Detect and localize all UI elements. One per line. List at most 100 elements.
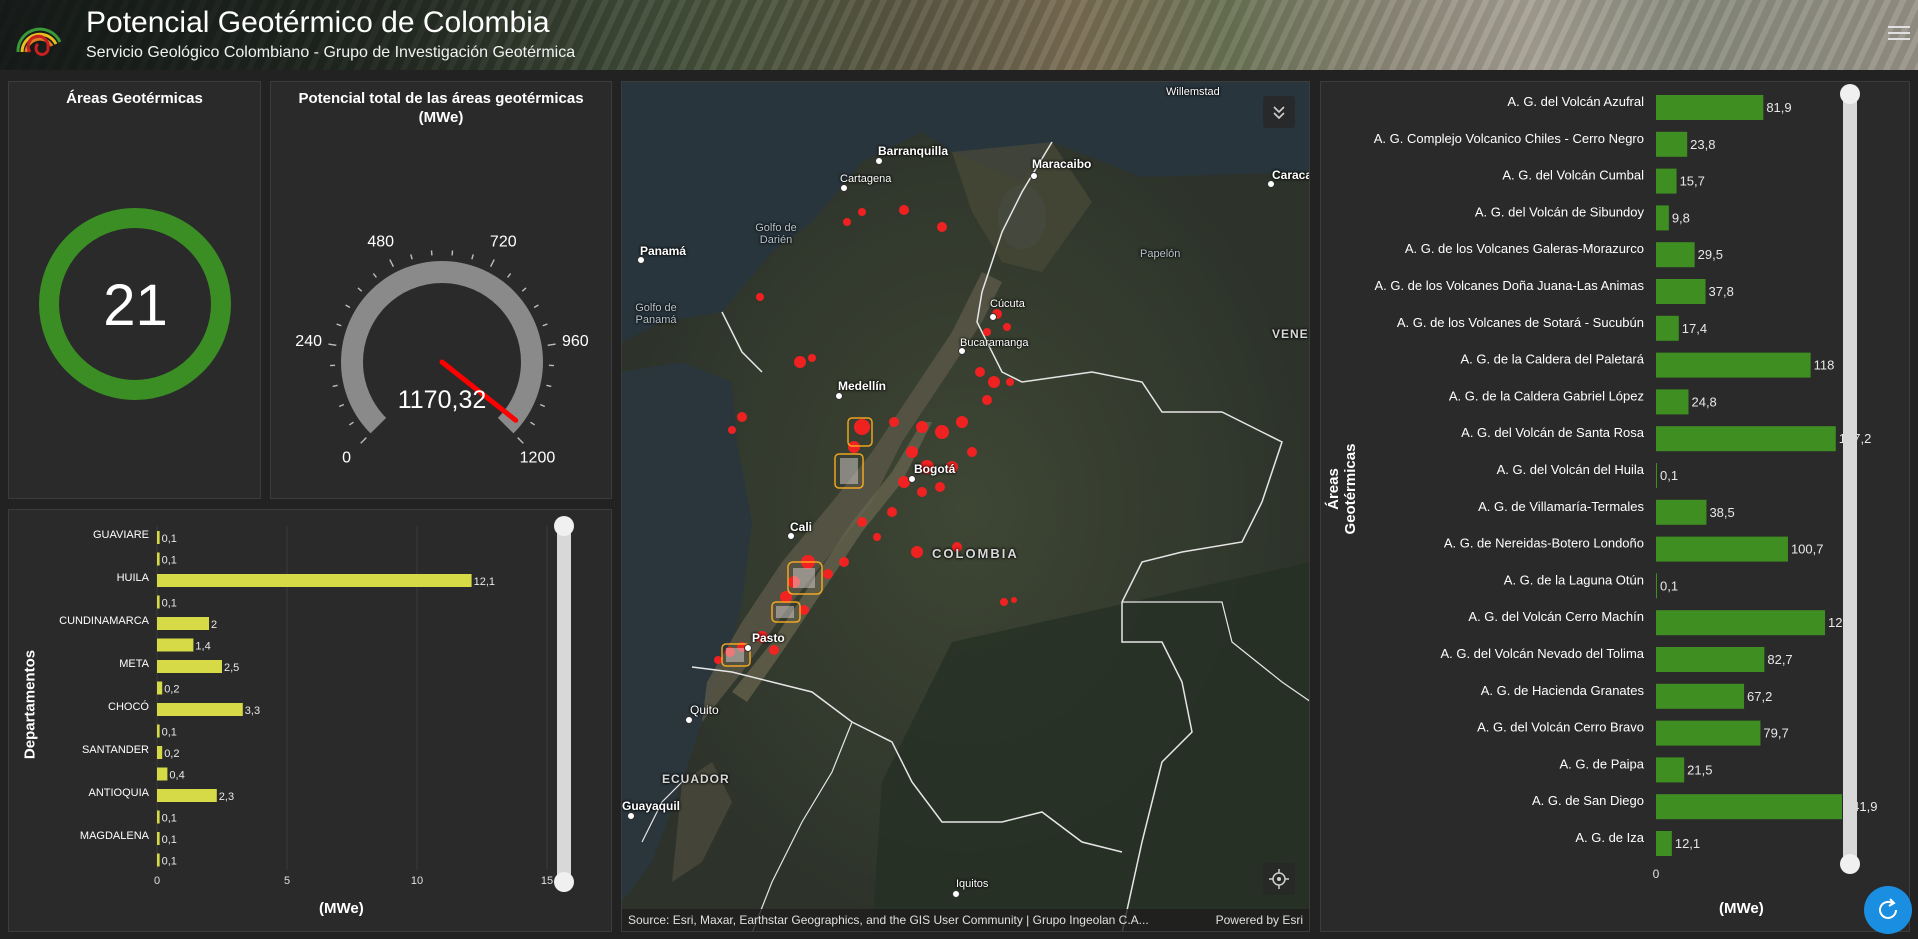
map-collapse-button[interactable] — [1263, 96, 1295, 128]
area-bar[interactable] — [1656, 132, 1687, 157]
map-view[interactable]: Barranquilla Cartagena Maracaibo Willems… — [621, 81, 1310, 932]
gauge-tick — [518, 438, 524, 444]
dept-bar-value: 0,1 — [162, 727, 177, 739]
departments-scroll-handle-top[interactable] — [554, 516, 574, 536]
dept-bar[interactable] — [157, 832, 160, 845]
area-category-label: A. G. de Hacienda Granates — [1481, 683, 1645, 698]
area-bar-value: 79,7 — [1763, 726, 1788, 741]
dept-x-tick-label: 5 — [284, 875, 290, 887]
departments-scrollbar[interactable] — [557, 526, 571, 882]
dept-bar-value: 2,3 — [219, 791, 234, 803]
areas-axis-title: Áreas Geotérmicas — [1325, 424, 1359, 554]
area-bar[interactable] — [1656, 426, 1836, 451]
area-category-label: A. G. de San Diego — [1532, 793, 1644, 808]
lbl-maracaibo: Maracaibo — [1032, 157, 1091, 171]
dept-bar-value: 0,1 — [162, 813, 177, 825]
map-basemap — [622, 82, 1310, 932]
areas-x-axis-title: (MWe) — [1719, 900, 1764, 917]
gauge-tick-label: 960 — [562, 333, 589, 350]
area-bar-value: 24,8 — [1691, 394, 1716, 409]
gauge-tick — [472, 254, 473, 259]
dept-bar[interactable] — [157, 639, 193, 652]
area-bar[interactable] — [1656, 831, 1672, 856]
dept-bar[interactable] — [157, 703, 243, 716]
area-bar[interactable] — [1656, 95, 1763, 120]
gauge-tick — [337, 324, 342, 326]
dept-bar[interactable] — [157, 746, 162, 759]
refresh-button[interactable] — [1864, 886, 1912, 934]
dept-category-label: SANTANDER — [82, 744, 149, 756]
dept-x-tick-label: 0 — [154, 875, 160, 887]
indicator-value: 21 — [9, 272, 262, 339]
gauge-tick — [346, 305, 350, 308]
area-category-label: A. G. de los Volcanes de Sotará - Sucubú… — [1397, 315, 1644, 330]
area-bar[interactable] — [1656, 647, 1764, 672]
gauge-tick-label: 1200 — [520, 449, 556, 466]
dept-bar[interactable] — [157, 531, 160, 544]
lbl-cartagena: Cartagena — [840, 173, 891, 185]
dept-bar-value: 2,5 — [224, 662, 239, 674]
area-bar-value: 100,7 — [1791, 542, 1824, 557]
dept-bar[interactable] — [157, 617, 209, 630]
dept-category-label: GUAVIARE — [93, 529, 149, 541]
areas-scroll-handle-bottom[interactable] — [1840, 854, 1860, 874]
area-bar[interactable] — [1656, 242, 1695, 267]
area-bar-value: 29,5 — [1698, 247, 1723, 262]
area-bar-value: 81,9 — [1766, 100, 1791, 115]
area-bar[interactable] — [1656, 684, 1744, 709]
area-bar[interactable] — [1656, 169, 1677, 194]
dept-bar[interactable] — [157, 768, 167, 781]
area-bar[interactable] — [1656, 537, 1788, 562]
areas-scrollbar[interactable] — [1843, 94, 1857, 864]
area-bar[interactable] — [1656, 279, 1706, 304]
locate-button[interactable] — [1263, 863, 1295, 895]
area-bar[interactable] — [1656, 316, 1679, 341]
dept-bar[interactable] — [157, 682, 162, 695]
map-attribution-text: Source: Esri, Maxar, Earthstar Geographi… — [628, 913, 1149, 927]
lbl-medellin: Medellín — [838, 379, 886, 393]
area-bar-value: 0,1 — [1660, 468, 1678, 483]
dept-bar[interactable] — [157, 811, 160, 824]
lbl-cucuta: Cúcuta — [990, 298, 1025, 310]
gauge-tick — [349, 422, 353, 425]
gauge-tick — [530, 422, 534, 425]
area-category-label: A. G. de los Volcanes Galeras-Morazurco — [1405, 241, 1644, 256]
gauge-chart: 02404807209601200 — [271, 82, 613, 500]
dept-x-tick-label: 10 — [411, 875, 423, 887]
lbl-colombia: COLOMBIA — [932, 546, 1019, 561]
dept-bar[interactable] — [157, 553, 160, 566]
dept-bar[interactable] — [157, 660, 222, 673]
area-bar[interactable] — [1656, 757, 1684, 782]
dept-bar[interactable] — [157, 596, 160, 609]
departments-bar-chart: 0510150,1GUAVIARE0,112,1HUILA0,12CUNDINA… — [9, 510, 613, 933]
area-bar[interactable] — [1656, 610, 1825, 635]
area-bar[interactable] — [1656, 463, 1657, 488]
lbl-ecuador: ECUADOR — [662, 772, 730, 786]
gauge-tick — [491, 260, 495, 267]
area-bar[interactable] — [1656, 721, 1760, 746]
departments-scroll-handle-bottom[interactable] — [554, 872, 574, 892]
area-bar[interactable] — [1656, 353, 1811, 378]
dept-bar[interactable] — [157, 854, 160, 867]
gauge-tick — [328, 344, 336, 345]
dept-bar-value: 2 — [211, 619, 217, 631]
dept-bar-value: 0,1 — [162, 856, 177, 868]
menu-icon[interactable] — [1888, 22, 1910, 42]
areas-scroll-handle-top[interactable] — [1840, 84, 1860, 104]
area-category-label: A. G. de la Caldera del Paletará — [1460, 352, 1644, 367]
dept-bar[interactable] — [157, 789, 217, 802]
area-bar-value: 82,7 — [1767, 652, 1792, 667]
area-bar[interactable] — [1656, 794, 1842, 819]
area-bar[interactable] — [1656, 205, 1669, 230]
area-category-label: A. G. de la Laguna Otún — [1504, 572, 1644, 587]
area-bar-value: 17,4 — [1682, 321, 1707, 336]
dept-bar[interactable] — [157, 574, 472, 587]
area-bar[interactable] — [1656, 500, 1706, 525]
lbl-iquitos: Iquitos — [956, 878, 988, 890]
powered-by-esri-link[interactable]: Powered by Esri — [1216, 913, 1303, 927]
lbl-caracas: Caraca — [1272, 168, 1310, 182]
gauge-tick — [508, 274, 511, 278]
area-bar[interactable] — [1656, 573, 1657, 598]
area-bar[interactable] — [1656, 389, 1688, 414]
dept-bar[interactable] — [157, 725, 160, 738]
